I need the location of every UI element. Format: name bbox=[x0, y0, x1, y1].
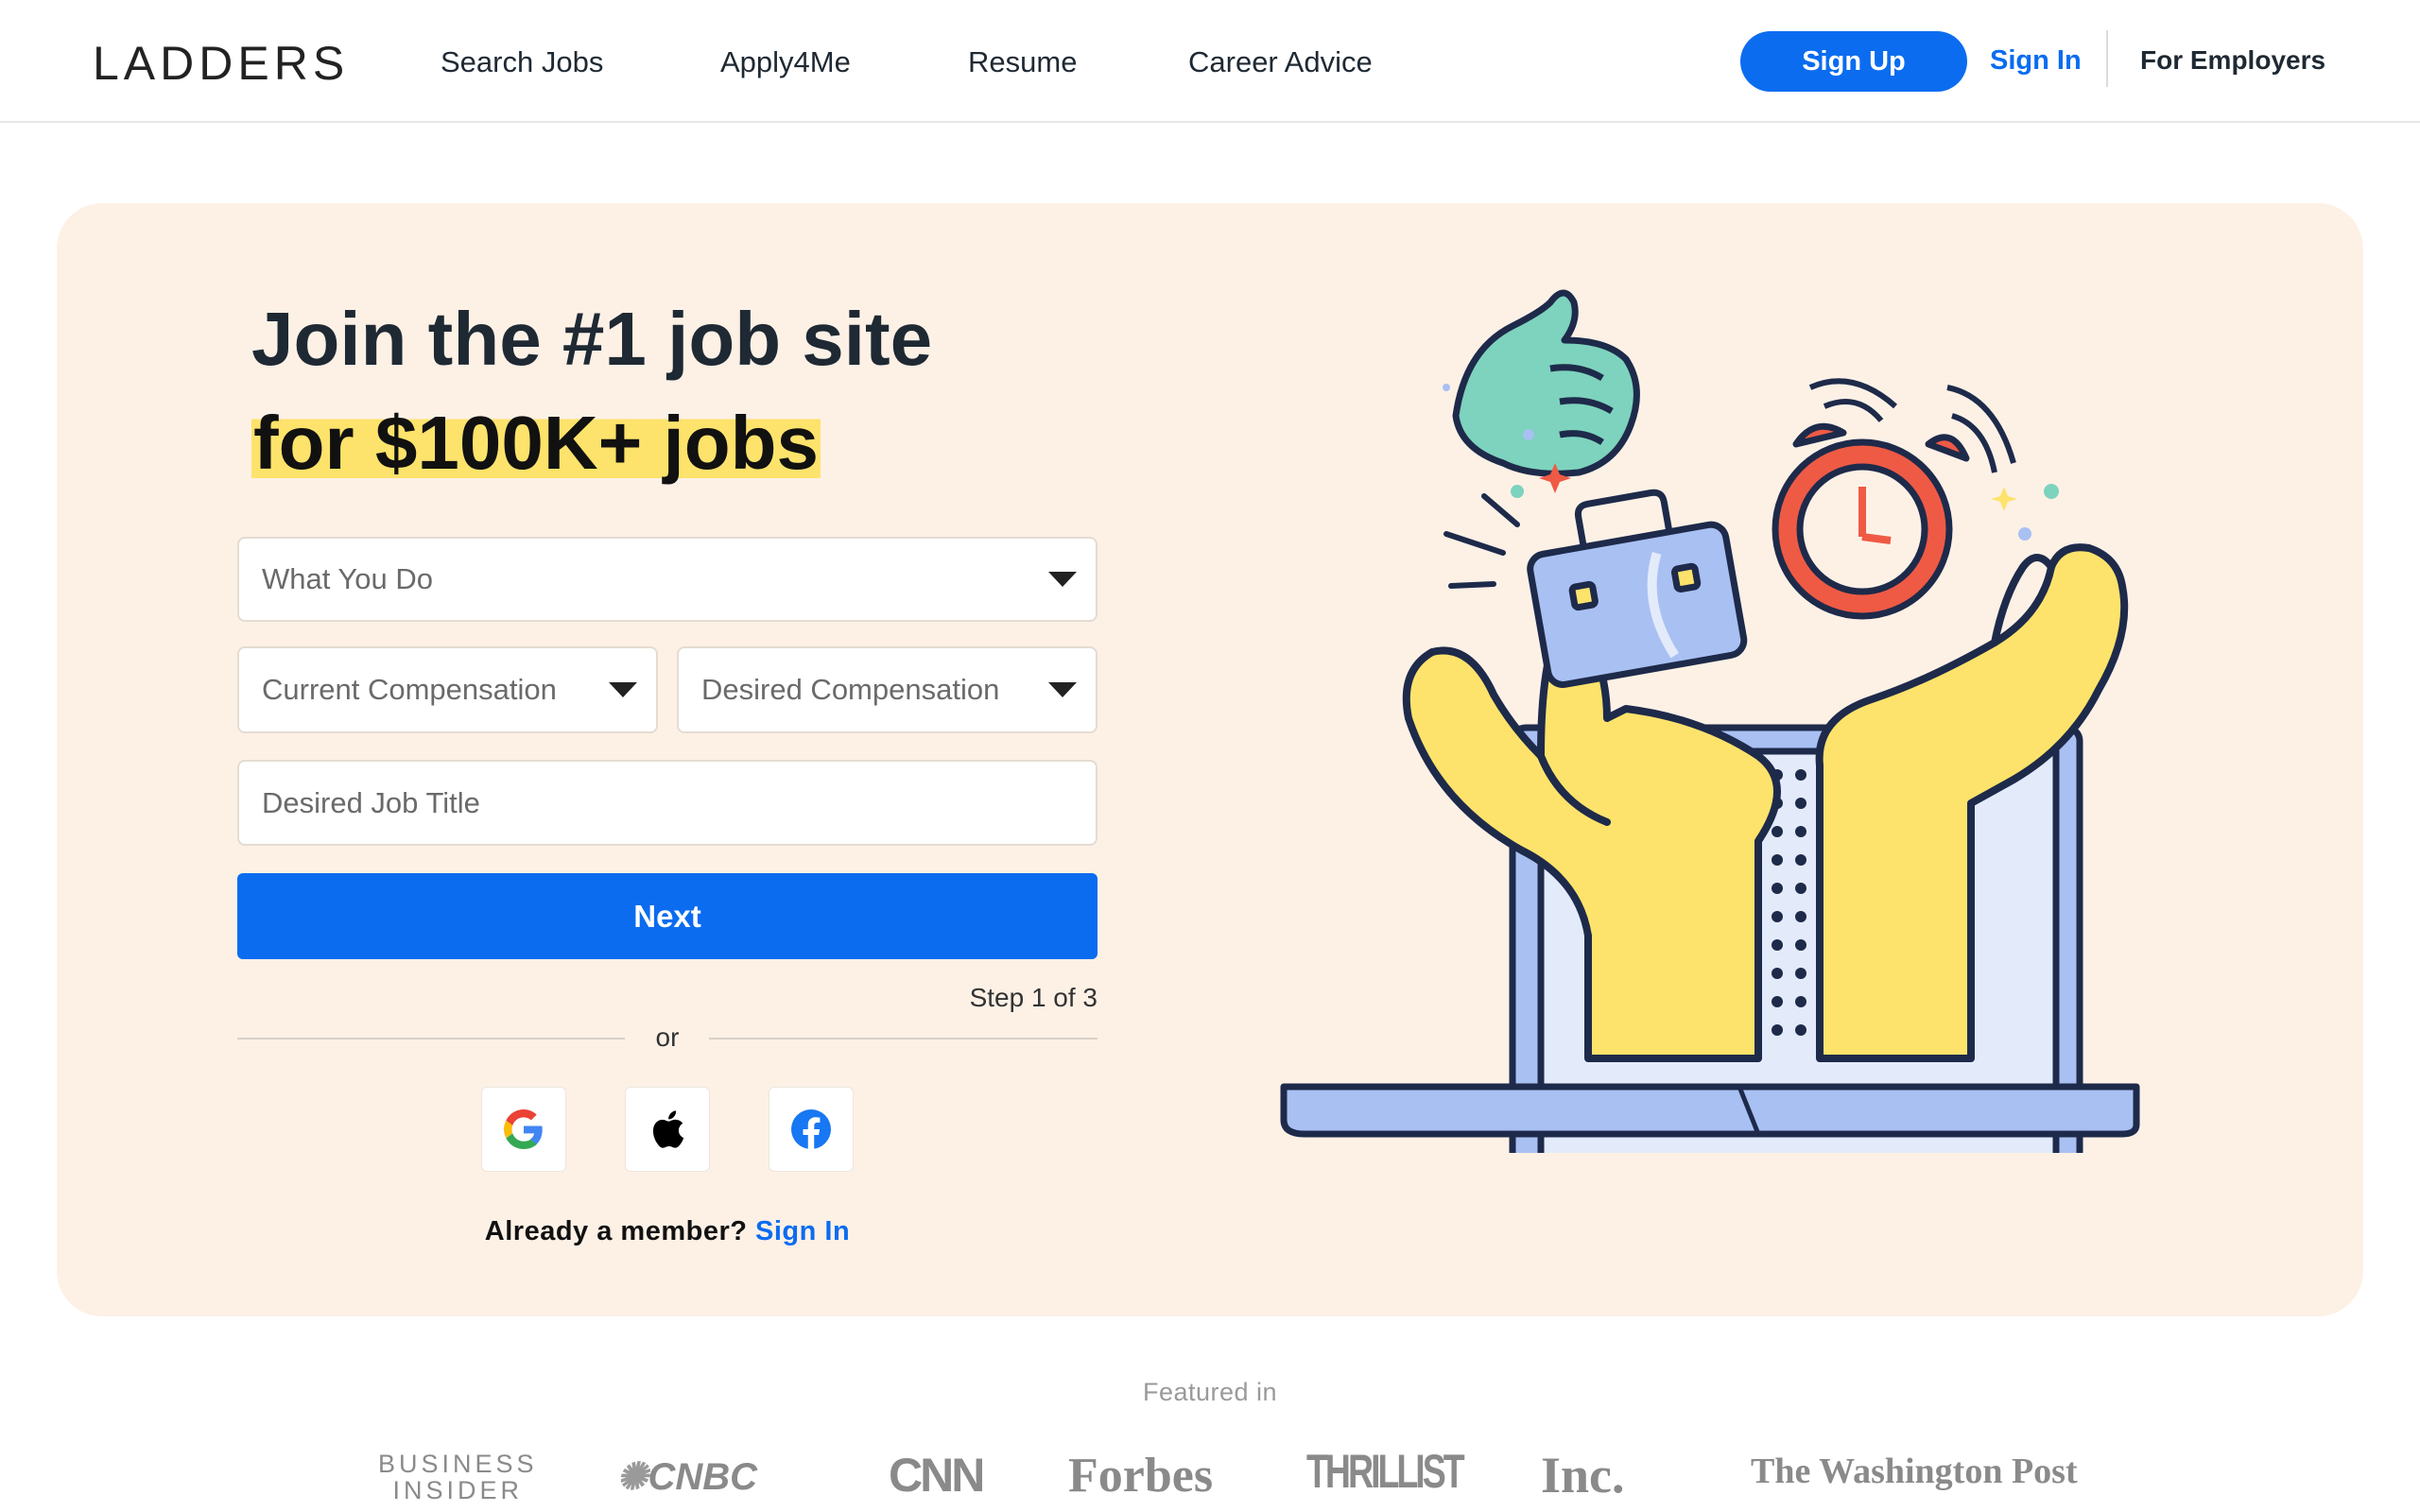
apple-signin-button[interactable] bbox=[625, 1087, 710, 1172]
already-member-line: Already a member? Sign In bbox=[0, 1216, 1335, 1247]
thrillist-logo: THRILLIST bbox=[1306, 1445, 1465, 1498]
step-indicator: Step 1 of 3 bbox=[969, 983, 1098, 1012]
nav-search-jobs[interactable]: Search Jobs bbox=[441, 45, 603, 79]
headline-highlight: for $100K+ jobs bbox=[251, 401, 821, 485]
cnn-logo: CNN bbox=[889, 1449, 985, 1502]
forbes-logo: Forbes bbox=[1068, 1449, 1214, 1503]
headline-line-2: for $100K+ jobs bbox=[251, 397, 821, 490]
sparkle-lines bbox=[1443, 493, 1520, 589]
desired-job-title-input[interactable]: Desired Job Title bbox=[237, 760, 1098, 846]
already-member-text: Already a member? bbox=[484, 1216, 748, 1246]
nav-apply4me[interactable]: Apply4Me bbox=[720, 45, 851, 79]
inc-logo: Inc. bbox=[1541, 1447, 1625, 1503]
featured-in-label: Featured in bbox=[1142, 1378, 1278, 1406]
thumbs-up-illustration bbox=[1452, 289, 1640, 477]
what-you-do-placeholder: What You Do bbox=[262, 562, 433, 595]
business-insider-logo: BUSINESS INSIDER bbox=[378, 1450, 538, 1504]
facebook-icon bbox=[791, 1109, 831, 1149]
divider-left bbox=[237, 1038, 625, 1040]
current-compensation-select[interactable]: Current Compensation bbox=[237, 646, 658, 733]
site-header: LADDERS Search Jobs Apply4Me Resume Care… bbox=[0, 0, 2420, 123]
next-button[interactable]: Next bbox=[237, 873, 1098, 959]
chevron-down-icon bbox=[1048, 682, 1077, 697]
facebook-signin-button[interactable] bbox=[769, 1087, 854, 1172]
ladders-logo[interactable]: LADDERS bbox=[93, 36, 349, 91]
alarm-clock-illustration bbox=[1772, 378, 2016, 620]
member-sign-in-link[interactable]: Sign In bbox=[755, 1216, 850, 1246]
headline-line-1: Join the #1 job site bbox=[251, 297, 933, 381]
for-employers-link[interactable]: For Employers bbox=[2140, 45, 2325, 76]
apple-icon bbox=[652, 1110, 684, 1148]
sign-in-link[interactable]: Sign In bbox=[1990, 45, 2082, 77]
chevron-down-icon bbox=[609, 682, 637, 697]
hero-illustration bbox=[1280, 289, 2140, 1153]
or-label: or bbox=[655, 1022, 680, 1052]
google-icon bbox=[504, 1109, 543, 1149]
sign-up-button[interactable]: Sign Up bbox=[1740, 31, 1967, 92]
chevron-down-icon bbox=[1048, 572, 1077, 587]
current-compensation-placeholder: Current Compensation bbox=[262, 673, 557, 706]
google-signin-button[interactable] bbox=[481, 1087, 566, 1172]
desired-compensation-placeholder: Desired Compensation bbox=[701, 673, 1000, 706]
cnbc-logo: ✺CNBC bbox=[616, 1456, 758, 1498]
nav-career-advice[interactable]: Career Advice bbox=[1188, 45, 1373, 79]
header-divider bbox=[2106, 30, 2108, 87]
nav-resume[interactable]: Resume bbox=[968, 45, 1077, 79]
left-hand bbox=[1402, 637, 1781, 1062]
what-you-do-select[interactable]: What You Do bbox=[237, 537, 1098, 622]
briefcase-illustration bbox=[1527, 489, 1748, 688]
washington-post-logo: The Washington Post bbox=[1751, 1452, 2078, 1491]
desired-compensation-select[interactable]: Desired Compensation bbox=[677, 646, 1098, 733]
divider-right bbox=[709, 1038, 1098, 1040]
desired-job-title-placeholder: Desired Job Title bbox=[262, 785, 480, 819]
